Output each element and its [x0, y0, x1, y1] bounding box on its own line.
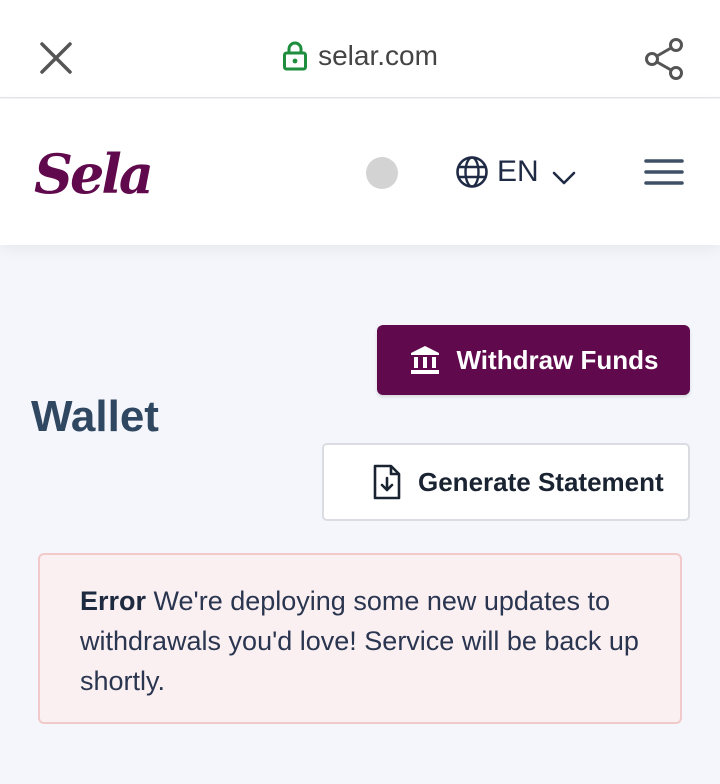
site-header: Selar EN: [0, 99, 720, 245]
share-icon[interactable]: [643, 37, 685, 81]
selar-logo[interactable]: Selar: [32, 135, 186, 206]
alert-message: We're deploying some new updates to with…: [80, 586, 639, 696]
generate-statement-label: Generate Statement: [418, 466, 664, 497]
url-text: selar.com: [318, 40, 438, 71]
language-label: EN: [497, 155, 539, 188]
page-title: Wallet: [31, 392, 159, 441]
chevron-down-icon: [551, 162, 577, 185]
withdraw-funds-button[interactable]: Withdraw Funds: [377, 325, 690, 395]
svg-text:Selar: Selar: [34, 142, 154, 205]
browser-toolbar: selar.com: [0, 0, 720, 98]
withdraw-funds-label: Withdraw Funds: [456, 344, 659, 375]
avatar[interactable]: [366, 157, 398, 189]
address-bar[interactable]: selar.com: [0, 40, 720, 72]
lock-icon: [282, 41, 308, 71]
error-alert: Error We're deploying some new updates t…: [38, 553, 682, 724]
language-selector[interactable]: EN: [455, 153, 577, 191]
alert-label: Error: [80, 586, 147, 616]
document-download-icon: [372, 464, 402, 500]
globe-icon: [455, 155, 489, 189]
generate-statement-button[interactable]: Generate Statement: [322, 443, 690, 521]
bank-icon: [409, 344, 441, 376]
hamburger-menu-icon[interactable]: [644, 157, 684, 187]
